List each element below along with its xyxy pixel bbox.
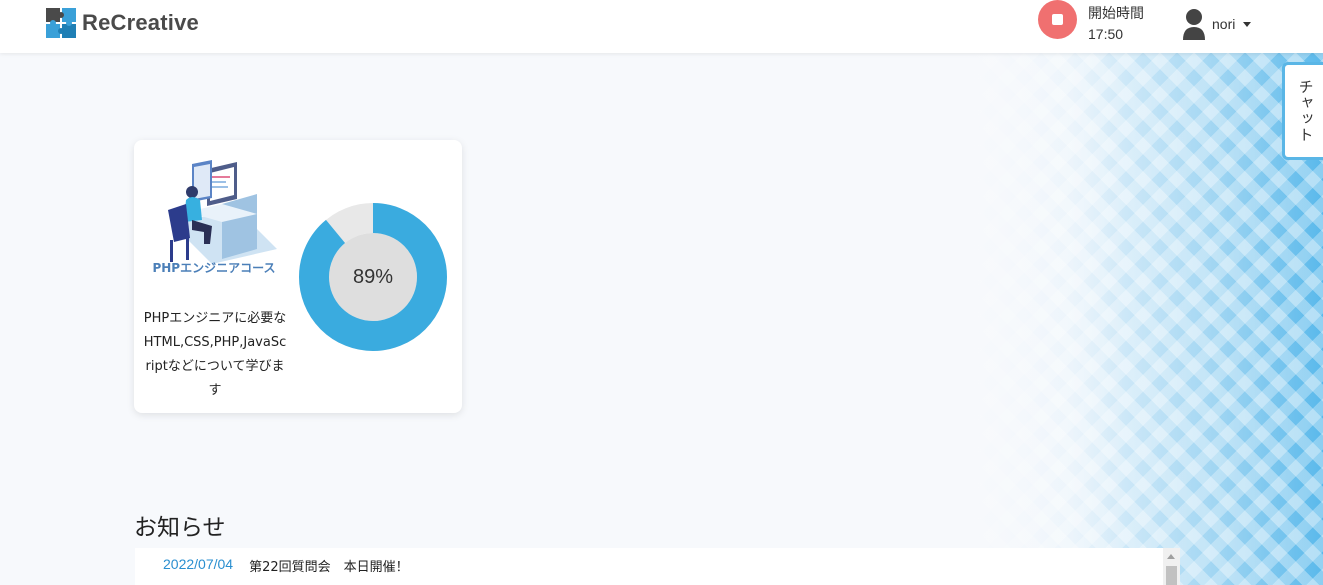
news-item[interactable]: 2022/07/04 第22回質問会 本日開催！ bbox=[163, 556, 409, 575]
top-header: ReCreative 開始時間 17:50 nori bbox=[0, 0, 1323, 53]
chat-tab[interactable]: チャット bbox=[1282, 62, 1323, 160]
course-description: PHPエンジニアに必要なHTML,CSS,PHP,JavaScriptなどについ… bbox=[143, 311, 287, 398]
background-pattern bbox=[963, 53, 1323, 585]
user-menu[interactable]: nori bbox=[1182, 7, 1252, 41]
timer-label: 開始時間 bbox=[1088, 5, 1144, 21]
timer-value: 17:50 bbox=[1088, 26, 1124, 42]
chevron-down-icon bbox=[1243, 21, 1252, 27]
stop-icon bbox=[1052, 14, 1063, 25]
news-heading: お知らせ bbox=[134, 515, 226, 541]
news-date[interactable]: 2022/07/04 bbox=[163, 556, 233, 575]
user-avatar-icon bbox=[1183, 9, 1205, 40]
course-name: PHPエンジニアコース bbox=[152, 261, 276, 275]
user-name: nori bbox=[1212, 16, 1236, 32]
stop-timer-button[interactable] bbox=[1038, 0, 1077, 39]
progress-label: 89% bbox=[352, 265, 394, 288]
scroll-up-arrow-icon[interactable] bbox=[1167, 554, 1175, 559]
scroll-thumb[interactable] bbox=[1166, 566, 1177, 585]
chat-tab-label: チャット bbox=[1296, 79, 1315, 143]
logo-text: ReCreative bbox=[82, 10, 199, 35]
logo[interactable]: ReCreative bbox=[46, 8, 199, 38]
course-card[interactable]: PHPエンジニアコース PHPエンジニアに必要なHTML,CSS,PHP,Jav… bbox=[134, 140, 462, 413]
news-scrollbar[interactable] bbox=[1163, 548, 1180, 585]
news-text[interactable]: 第22回質問会 本日開催！ bbox=[249, 556, 409, 575]
news-list: 2022/07/04 第22回質問会 本日開催！ bbox=[135, 548, 1163, 585]
logo-puzzle-icon bbox=[46, 8, 76, 38]
